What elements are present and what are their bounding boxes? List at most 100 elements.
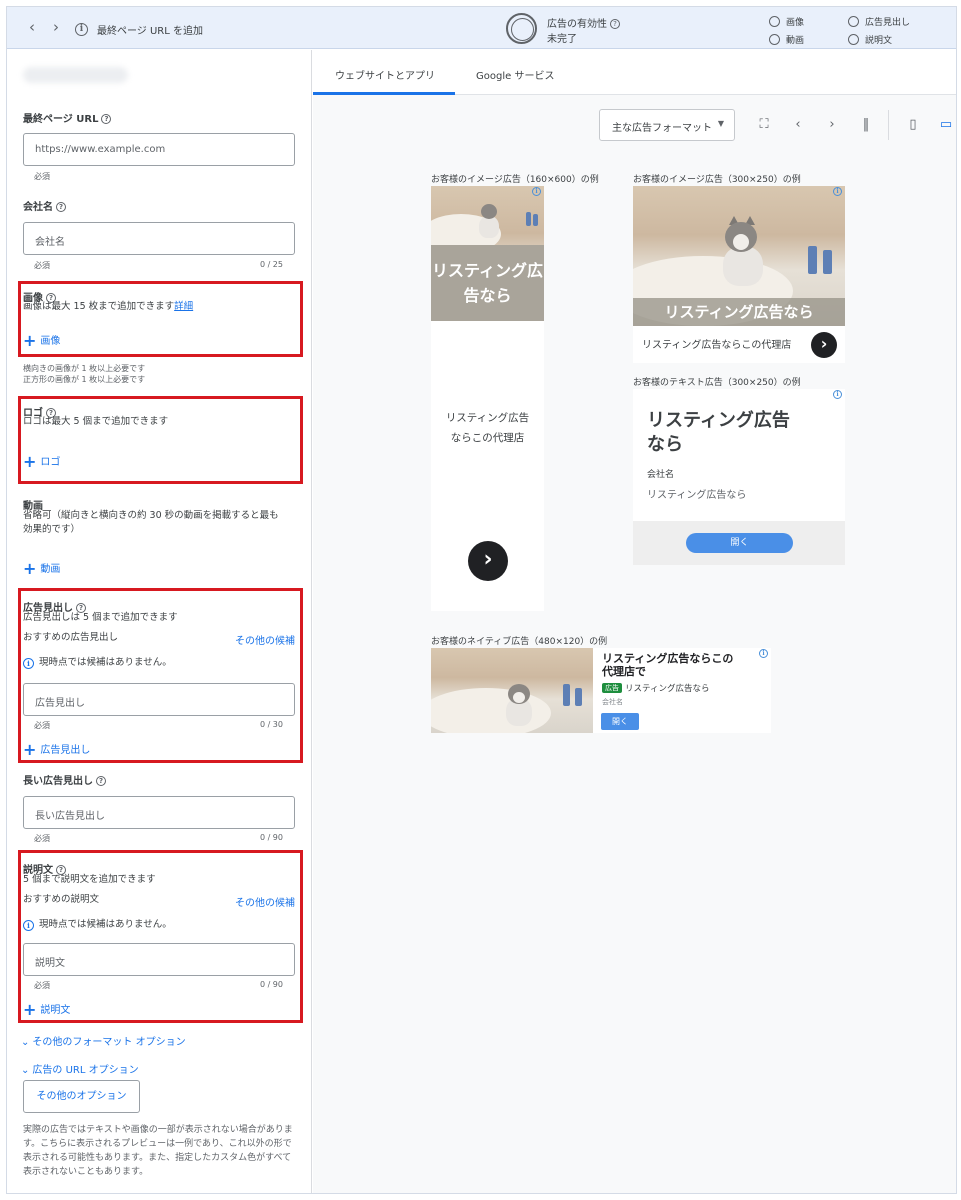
arrow-right-icon[interactable]: › <box>468 541 508 581</box>
add-headline-button[interactable]: + 広告見出し <box>23 740 90 759</box>
description-counter: 0 / 90 <box>259 980 283 989</box>
tall-ad-overlay-title: リスティング広告なら <box>431 245 544 321</box>
circle-icon <box>848 16 859 27</box>
text-ad[interactable]: リスティング広告 なら 会社名 リスティング広告なら 開く i <box>633 389 845 565</box>
bottle-shape <box>823 250 832 274</box>
preview-disclaimer: 実際の広告ではテキストや画像の一部が表示されない場合があります。こちらに表示され… <box>23 1125 293 1177</box>
description-no-candidates: i 現時点では候補はありません。 <box>23 916 172 931</box>
previous-icon[interactable]: ‹ <box>789 116 807 134</box>
ad-editor-panel: 最終ページ URL? https://www.example.com 必須 会社… <box>7 50 312 1193</box>
fullscreen-icon[interactable]: ⛶ <box>755 116 773 134</box>
mobile-device-icon[interactable]: ▯ <box>904 116 922 134</box>
info-icon: i <box>75 23 88 36</box>
bottle-shape <box>533 214 538 226</box>
add-video-button[interactable]: + 動画 <box>23 559 60 578</box>
native-ad-caption: お客様のネイティブ広告（480×120）の例 <box>431 637 608 647</box>
help-icon[interactable]: ? <box>96 776 106 786</box>
native-ad[interactable]: リスティング広告ならこの 代理店で 広告 リスティング広告なら 会社名 開く i <box>431 648 771 733</box>
square-ad-body: リスティング広告ならこの代理店 <box>642 340 792 351</box>
arrow-right-icon[interactable]: › <box>811 332 837 358</box>
headline-more-candidates-link[interactable]: その他の候補 <box>235 632 295 647</box>
text-ad-caption: お客様のテキスト広告（300×250）の例 <box>633 378 801 388</box>
native-ad-body: 広告 リスティング広告なら <box>602 682 710 694</box>
help-icon[interactable]: ? <box>101 114 112 124</box>
images-detail-link[interactable]: 詳細 <box>174 301 193 312</box>
description-description: 5 個まで説明文を追加できます <box>23 874 156 885</box>
description-recommendations-label: おすすめの説明文 <box>23 894 100 905</box>
native-ad-open-button[interactable]: 開く <box>601 713 639 730</box>
logo-highlight-box <box>18 396 303 484</box>
square-ad-caption: お客様のイメージ広告（300×250）の例 <box>633 175 801 185</box>
headline-input[interactable]: 広告見出し <box>23 683 295 716</box>
text-ad-open-button[interactable]: 開く <box>686 533 793 553</box>
caret-down-icon: ▼ <box>717 119 724 128</box>
adchoices-icon[interactable]: i <box>532 187 541 196</box>
chevron-down-icon: ⌄ <box>21 1037 30 1048</box>
url-options-expander[interactable]: ⌄ 広告の URL オプション <box>21 1061 139 1076</box>
help-icon[interactable]: ? <box>610 19 620 29</box>
tab-websites-apps[interactable]: ウェブサイトとアプリ <box>335 67 435 82</box>
images-highlight-box <box>18 281 303 357</box>
bottle-shape <box>575 688 582 706</box>
long-headline-input[interactable]: 長い広告見出し <box>23 796 295 829</box>
company-label: 会社名? <box>23 198 66 213</box>
headline-no-candidates: i 現時点では候補はありません。 <box>23 654 172 669</box>
final-url-label: 最終ページ URL? <box>23 110 112 125</box>
cat-face-shape <box>733 234 749 250</box>
square-image-ad[interactable]: リスティング広告なら リスティング広告ならこの代理店 › i <box>633 186 845 363</box>
effectiveness-ring-icon <box>506 13 537 44</box>
video-description-1: 省略可（縦向きと横向きの約 30 秒の動画を掲載すると最も <box>23 510 279 521</box>
info-icon: i <box>23 658 34 669</box>
topbar-title: 最終ページ URL を追加 <box>97 26 203 37</box>
text-ad-body: リスティング広告なら <box>647 490 747 501</box>
desktop-device-icon[interactable]: ▭ <box>937 116 955 134</box>
bottle-shape <box>526 212 531 226</box>
long-headline-label: 長い広告見出し? <box>23 772 106 787</box>
adchoices-icon[interactable]: i <box>759 649 768 658</box>
add-image-button[interactable]: + 画像 <box>23 331 60 350</box>
long-headline-hint: 必須 <box>34 834 50 843</box>
final-url-input[interactable]: https://www.example.com <box>23 133 295 166</box>
plus-icon: + <box>23 452 37 471</box>
columns-view-icon[interactable]: ‖ <box>857 116 875 134</box>
company-hint: 必須 <box>34 261 50 270</box>
info-icon: i <box>23 920 34 931</box>
native-ad-title: リスティング広告ならこの 代理店で <box>602 652 734 678</box>
add-description-button[interactable]: + 説明文 <box>23 1000 70 1019</box>
cat-photo <box>431 648 593 733</box>
checklist-item-video: 動画 <box>769 33 804 46</box>
text-ad-company: 会社名 <box>647 470 675 480</box>
description-input[interactable]: 説明文 <box>23 943 295 976</box>
company-counter: 0 / 25 <box>259 260 283 269</box>
app-frame: ‹ › i 最終ページ URL を追加 広告の有効性? 未完了 画像 広告見出し… <box>6 6 957 1194</box>
next-icon[interactable]: › <box>823 116 841 134</box>
cat-head-shape <box>481 204 497 219</box>
help-icon[interactable]: ? <box>56 202 66 212</box>
tab-google-services[interactable]: Google サービス <box>476 67 554 82</box>
back-arrow-icon[interactable]: ‹ <box>23 18 41 36</box>
checklist-item-image: 画像 <box>769 15 804 28</box>
forward-arrow-icon[interactable]: › <box>47 18 65 36</box>
images-note-landscape: 横向きの画像が 1 枚以上必要です <box>23 364 146 373</box>
tall-image-ad[interactable]: リスティング広告なら リスティング広告 ならこの代理店 › i <box>431 186 544 611</box>
add-logo-button[interactable]: + ロゴ <box>23 452 60 471</box>
headline-hint: 必須 <box>34 721 50 730</box>
toolbar-divider <box>888 110 889 140</box>
format-select[interactable]: 主な広告フォーマット ▼ <box>599 109 735 141</box>
top-bar: ‹ › i 最終ページ URL を追加 広告の有効性? 未完了 画像 広告見出し… <box>7 7 956 49</box>
other-options-button[interactable]: その他のオプション <box>23 1080 140 1113</box>
adchoices-icon[interactable]: i <box>833 187 842 196</box>
text-ad-title: リスティング広告 なら <box>647 410 790 455</box>
active-tab-indicator <box>313 92 455 95</box>
more-formats-expander[interactable]: ⌄ その他のフォーマット オプション <box>21 1033 186 1048</box>
headline-recommendations-label: おすすめの広告見出し <box>23 632 119 643</box>
circle-icon <box>769 16 780 27</box>
ad-badge: 広告 <box>602 683 622 693</box>
cat-face-shape <box>513 692 525 703</box>
plus-icon: + <box>23 331 37 350</box>
effectiveness-label: 広告の有効性? <box>547 15 620 30</box>
adchoices-icon[interactable]: i <box>833 390 842 399</box>
company-input[interactable]: 会社名 <box>23 222 295 255</box>
plus-icon: + <box>23 559 37 578</box>
description-more-candidates-link[interactable]: その他の候補 <box>235 894 295 909</box>
